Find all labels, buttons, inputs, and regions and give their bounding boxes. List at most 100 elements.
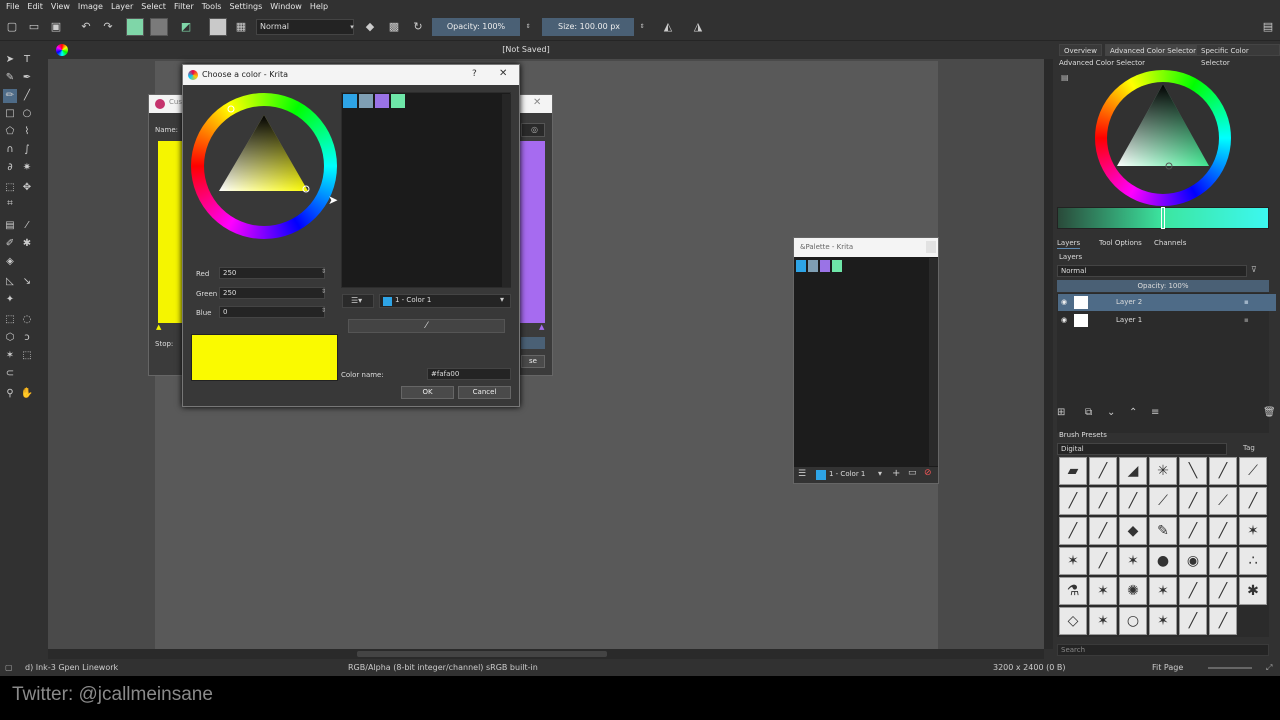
brush-preset-icon[interactable]: ╱: [1179, 517, 1207, 545]
brush-preset-icon[interactable]: ╱: [1059, 487, 1087, 515]
crop-tool-icon[interactable]: ⌗: [3, 197, 17, 211]
zoom-tool-icon[interactable]: ⚲: [3, 387, 17, 401]
menu-file[interactable]: File: [2, 0, 23, 13]
tag-button[interactable]: Tag: [1243, 444, 1255, 452]
right-stop-marker[interactable]: ▲: [539, 323, 544, 331]
foreground-color-swatch[interactable]: [126, 18, 144, 36]
close-icon[interactable]: ✕: [533, 97, 541, 108]
brush-preset-icon[interactable]: ╱: [1209, 517, 1237, 545]
brush-preset-icon[interactable]: ╱: [1059, 517, 1087, 545]
menu-image[interactable]: Image: [74, 0, 107, 13]
recent-color-swatch[interactable]: [391, 94, 405, 108]
ellipse-select-icon[interactable]: ◌: [20, 313, 34, 327]
lock-icon[interactable]: ▪: [1244, 312, 1249, 329]
brush-preset-icon[interactable]: ╱: [1089, 547, 1117, 575]
rect-select-icon[interactable]: ⬚: [3, 313, 17, 327]
freehand-brush-icon[interactable]: ✏: [3, 89, 17, 103]
new-document-icon[interactable]: ▢: [4, 19, 20, 35]
menu-tools[interactable]: Tools: [198, 0, 226, 13]
move-down-icon[interactable]: ⌄: [1107, 407, 1115, 418]
duplicate-layer-icon[interactable]: ⧉: [1085, 407, 1092, 418]
layer-row[interactable]: ◉ Layer 2 ▪: [1058, 294, 1276, 311]
palette-entry-label[interactable]: 1 - Color 1: [829, 470, 865, 478]
brush-preset-icon[interactable]: ◉: [1179, 547, 1207, 575]
polygon-select-icon[interactable]: ⬡: [3, 331, 17, 345]
opacity-slider[interactable]: Opacity: 100%: [432, 18, 520, 36]
magic-wand-icon[interactable]: ✶: [3, 349, 17, 363]
brush-preset-icon[interactable]: ╱: [1179, 487, 1207, 515]
help-button[interactable]: ?: [472, 69, 477, 79]
vertical-scrollbar[interactable]: [1044, 59, 1053, 649]
delete-layer-icon[interactable]: 🗑: [1263, 407, 1276, 418]
layer-blend-select[interactable]: Normal: [1057, 265, 1247, 277]
eye-icon[interactable]: ◉: [1061, 294, 1067, 311]
add-layer-icon[interactable]: ⊞: [1057, 407, 1065, 418]
menu-help[interactable]: Help: [306, 0, 332, 13]
brush-preset-icon[interactable]: ╲: [1179, 457, 1207, 485]
brush-preset-icon[interactable]: ╱: [1209, 547, 1237, 575]
brush-preset-icon[interactable]: ╱: [1089, 457, 1117, 485]
opacity-spin-icon[interactable]: ⇕: [520, 19, 536, 35]
workspace-icon[interactable]: ▤: [1260, 19, 1276, 35]
move-up-icon[interactable]: ⌃: [1129, 407, 1137, 418]
fill-tool-icon[interactable]: ◈: [3, 255, 17, 269]
brush-preset-icon[interactable]: ∴: [1239, 547, 1267, 575]
brush-preset-icon[interactable]: ✶: [1149, 577, 1177, 605]
folder-icon[interactable]: ▭: [908, 468, 917, 478]
delete-icon[interactable]: ⊘: [924, 468, 932, 478]
eraser-icon[interactable]: ◆: [362, 19, 378, 35]
tab-layers[interactable]: Layers: [1057, 239, 1081, 249]
ellipse-tool-icon[interactable]: ○: [20, 107, 34, 121]
line-tool-icon[interactable]: ╱: [20, 89, 34, 103]
recent-color-swatch[interactable]: [343, 94, 357, 108]
tab-overview[interactable]: Overview: [1059, 44, 1102, 56]
brush-preset-icon[interactable]: ╱: [1179, 607, 1207, 635]
red-spin-arrows[interactable]: ⇕: [321, 268, 326, 275]
brush-preset-icon[interactable]: ●: [1149, 547, 1177, 575]
brush-preset-icon[interactable]: ⟋: [1209, 487, 1237, 515]
colorize-mask-icon[interactable]: ✐: [3, 237, 17, 251]
palette-scrollbar[interactable]: [929, 258, 938, 466]
tab-specific-color-selector[interactable]: Specific Color Selector: [1196, 44, 1280, 67]
reload-preset-icon[interactable]: ↻: [410, 19, 426, 35]
chevron-down-icon[interactable]: ▾: [344, 19, 360, 35]
bezier-select-icon[interactable]: ⊂: [3, 367, 17, 381]
brush-preset-icon[interactable]: ✳: [1149, 457, 1177, 485]
menu-window[interactable]: Window: [266, 0, 306, 13]
filter-icon[interactable]: ⊽: [1251, 265, 1257, 274]
stop-spinbox[interactable]: [521, 337, 545, 349]
palette-swatch[interactable]: [820, 260, 830, 272]
smart-patch-icon[interactable]: ✱: [20, 237, 34, 251]
add-icon[interactable]: +: [892, 468, 900, 479]
cancel-button[interactable]: Cancel: [458, 386, 511, 399]
edit-shapes-icon[interactable]: ✎: [3, 71, 17, 85]
brush-preset-icon[interactable]: ⟋: [1149, 487, 1177, 515]
brush-preset-icon[interactable]: ✱: [1239, 577, 1267, 605]
recent-color-swatch[interactable]: [359, 94, 373, 108]
blend-mode-select[interactable]: Normal: [256, 19, 354, 35]
menu-settings[interactable]: Settings: [225, 0, 266, 13]
close-button[interactable]: ✕: [499, 68, 507, 79]
brush-preset-icon[interactable]: ◆: [1119, 517, 1147, 545]
gradient-tool-icon[interactable]: ▤: [3, 219, 17, 233]
brush-search-input[interactable]: Search: [1057, 644, 1269, 656]
color-wheel-triangle[interactable]: [191, 93, 337, 239]
alpha-lock-icon[interactable]: ▩: [386, 19, 402, 35]
dynamic-brush-icon[interactable]: ∂: [3, 161, 17, 175]
advanced-color-wheel[interactable]: [1095, 70, 1231, 206]
brush-preset-icon[interactable]: ╱: [1209, 457, 1237, 485]
layer-row[interactable]: ◉ Layer 1 ▪: [1058, 312, 1276, 329]
selector-settings-icon[interactable]: ▤: [1061, 73, 1069, 82]
eye-icon[interactable]: ◉: [1061, 312, 1067, 329]
green-spin-arrows[interactable]: ⇕: [321, 288, 326, 295]
measure-tool-icon[interactable]: ◺: [3, 275, 17, 289]
brush-preset-icon[interactable]: ⟋: [1239, 457, 1267, 485]
green-input[interactable]: 250: [219, 287, 325, 299]
reset-icon[interactable]: ◎: [531, 125, 538, 134]
blue-input[interactable]: 0: [219, 306, 325, 318]
menu-edit[interactable]: Edit: [23, 0, 47, 13]
size-spin-icon[interactable]: ⇕: [634, 19, 650, 35]
bezier-tool-icon[interactable]: ∩: [3, 143, 17, 157]
similar-select-icon[interactable]: ⬚: [20, 349, 34, 363]
eyedropper-button[interactable]: ⁄: [348, 319, 505, 333]
